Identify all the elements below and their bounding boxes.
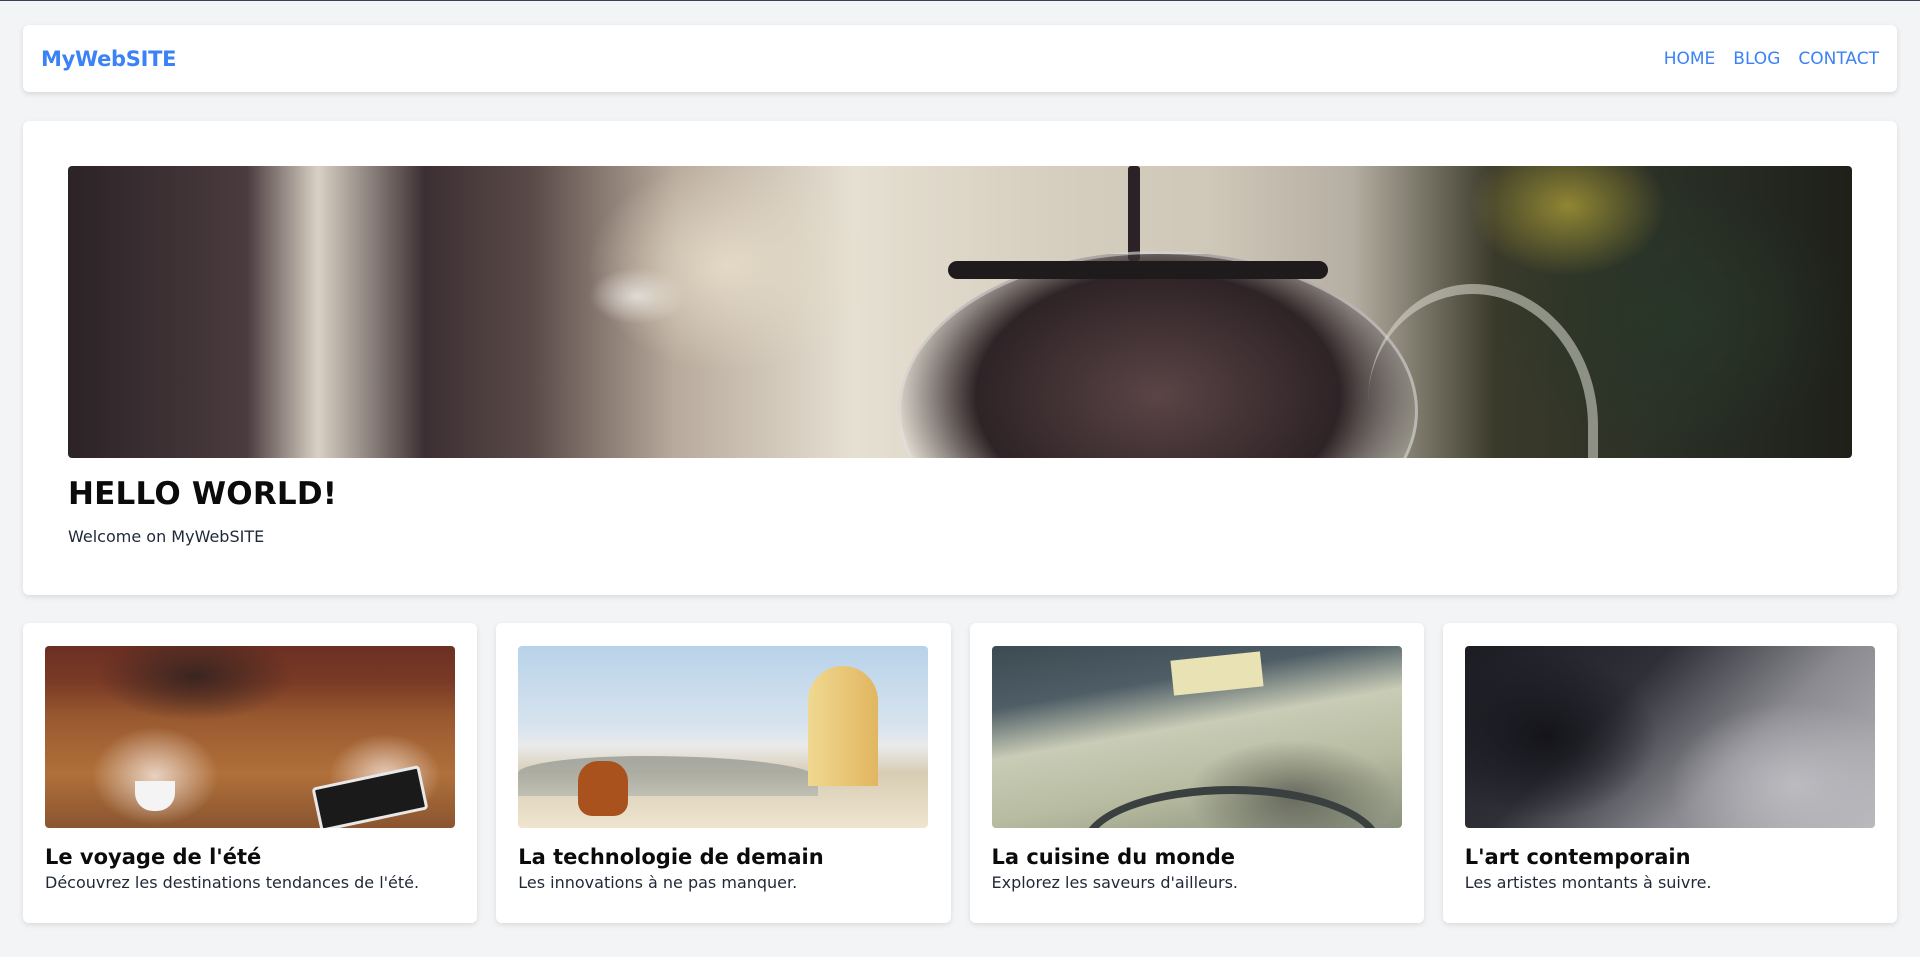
teapot-lid [948, 261, 1328, 279]
card-image-technology [518, 646, 929, 828]
card-description: Les innovations à ne pas manquer. [518, 873, 798, 892]
paper-note [1169, 651, 1264, 696]
hero-image-teapot [68, 166, 1852, 458]
card-image-cuisine [991, 646, 1402, 828]
nav-link-contact[interactable]: CONTACT [1798, 49, 1879, 69]
clay-jar [578, 761, 629, 816]
article-card-travel[interactable]: Le voyage de l'été Découvrez les destina… [23, 623, 478, 923]
teapot-plunger-rod [1128, 166, 1140, 261]
teapot-handle [1368, 284, 1598, 458]
coffee-cup [135, 781, 175, 811]
nav-link-home[interactable]: HOME [1664, 49, 1716, 69]
hero-subtitle: Welcome on MyWebSITE [68, 527, 265, 546]
card-title[interactable]: Le voyage de l'été [45, 845, 455, 869]
teapot-body [898, 251, 1418, 458]
nav-links: HOME BLOG CONTACT [1664, 49, 1879, 69]
card-title[interactable]: L'art contemporain [1465, 845, 1875, 869]
white-tower [808, 666, 879, 786]
hero-title: HELLO WORLD! [68, 476, 338, 512]
article-card-art[interactable]: L'art contemporain Les artistes montants… [1442, 623, 1897, 923]
nav-link-blog[interactable]: BLOG [1733, 49, 1780, 69]
card-image-travel [45, 646, 455, 828]
article-cards: Le voyage de l'été Découvrez les destina… [23, 623, 1897, 923]
card-description: Les artistes montants à suivre. [1464, 873, 1712, 892]
site-logo[interactable]: MyWebSITE [41, 47, 176, 71]
article-card-technology[interactable]: La technologie de demain Les innovations… [496, 623, 951, 923]
card-image-art [1464, 646, 1875, 828]
drafting-arc [1081, 786, 1382, 828]
article-card-cuisine[interactable]: La cuisine du monde Explorez les saveurs… [969, 623, 1424, 923]
card-description: Découvrez les destinations tendances de … [45, 873, 420, 892]
card-title[interactable]: La cuisine du monde [992, 845, 1402, 869]
card-title[interactable]: La technologie de demain [518, 845, 928, 869]
navbar: MyWebSITE HOME BLOG CONTACT [23, 25, 1897, 92]
tablet [311, 765, 429, 828]
card-description: Explorez les saveurs d'ailleurs. [991, 873, 1239, 892]
hills [518, 756, 819, 796]
hero-card: HELLO WORLD! Welcome on MyWebSITE [23, 121, 1897, 595]
